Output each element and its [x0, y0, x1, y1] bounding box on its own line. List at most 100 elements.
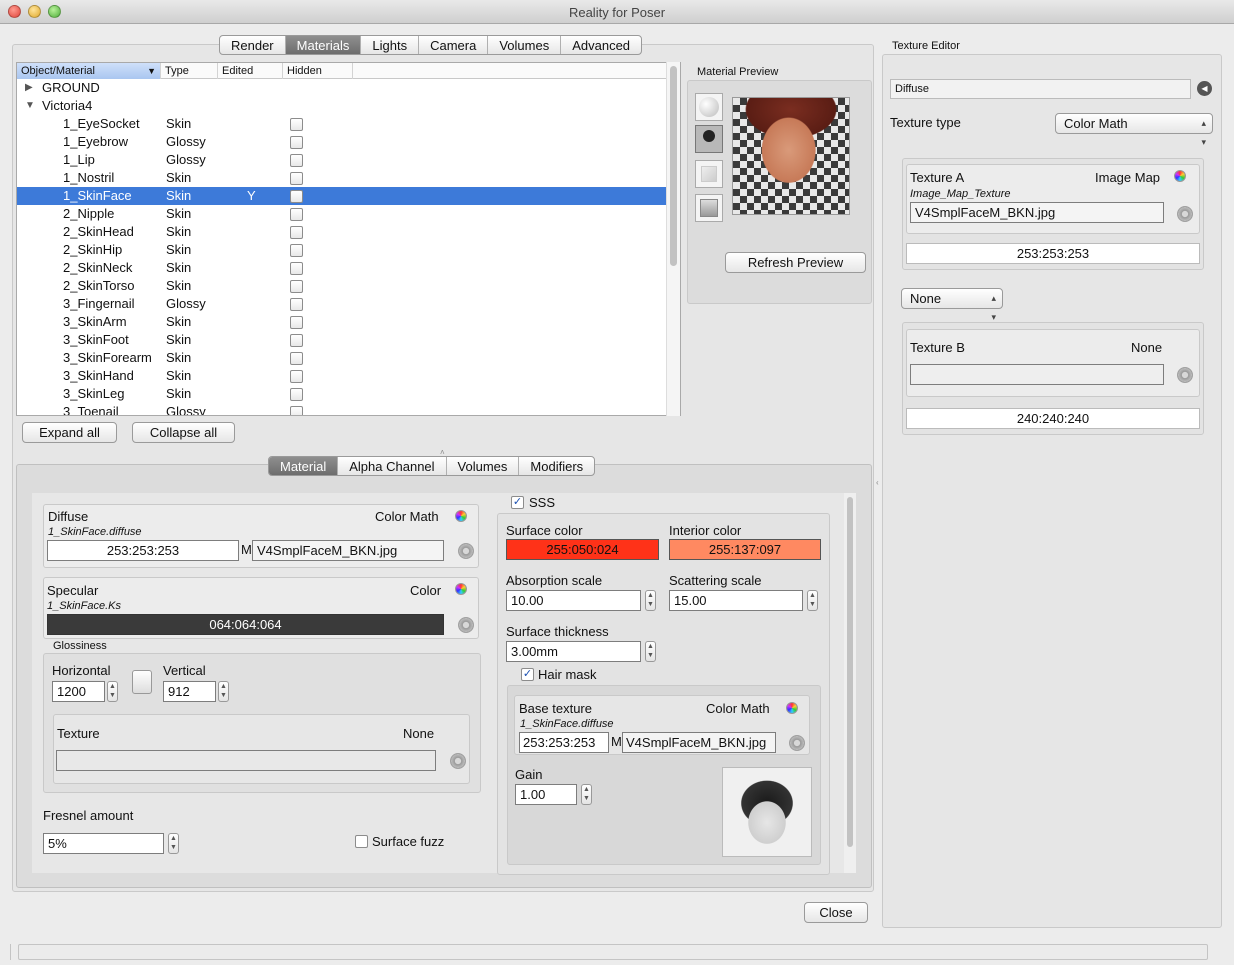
- tab-lights[interactable]: Lights: [361, 36, 420, 54]
- base-file-field[interactable]: V4SmplFaceM_BKN.jpg: [622, 732, 776, 753]
- tab-material[interactable]: Material: [269, 457, 339, 475]
- hidden-checkbox[interactable]: [290, 136, 303, 149]
- disclosure-down-icon[interactable]: ▼: [25, 97, 35, 115]
- hidden-checkbox[interactable]: [290, 172, 303, 185]
- head-shape-button[interactable]: [695, 125, 723, 153]
- table-row[interactable]: 3_SkinLeg Skin: [17, 385, 667, 403]
- horizontal-input[interactable]: 1200: [52, 681, 105, 702]
- thickness-stepper[interactable]: ▲ ▼: [645, 641, 656, 662]
- table-row[interactable]: 2_SkinHead Skin: [17, 223, 667, 241]
- fresnel-input[interactable]: 5%: [43, 833, 164, 854]
- tab-modifiers[interactable]: Modifiers: [519, 457, 594, 475]
- column-hidden[interactable]: Hidden: [283, 63, 353, 79]
- table-row[interactable]: 2_SkinNeck Skin: [17, 259, 667, 277]
- hidden-checkbox[interactable]: [290, 370, 303, 383]
- base-color-field[interactable]: 253:253:253: [519, 732, 609, 753]
- group-row-victoria4[interactable]: ▼ Victoria4: [17, 97, 667, 115]
- scattering-input[interactable]: 15.00: [669, 590, 803, 611]
- hidden-checkbox[interactable]: [290, 298, 303, 311]
- refresh-preview-button[interactable]: Refresh Preview: [725, 252, 866, 273]
- tab-render[interactable]: Render: [220, 36, 286, 54]
- specular-color-field[interactable]: 064:064:064: [47, 614, 444, 635]
- hidden-checkbox[interactable]: [290, 190, 303, 203]
- table-scrollbar[interactable]: [666, 62, 680, 416]
- column-object-material[interactable]: Object/Material ▼: [17, 63, 161, 79]
- collapse-all-button[interactable]: Collapse all: [132, 422, 235, 443]
- tab-advanced[interactable]: Advanced: [561, 36, 641, 54]
- color-wheel-icon[interactable]: [455, 510, 467, 522]
- table-row[interactable]: 2_SkinHip Skin: [17, 241, 667, 259]
- surface-color-field[interactable]: 255:050:024: [506, 539, 659, 560]
- absorption-input[interactable]: 10.00: [506, 590, 641, 611]
- gloss-texture-field[interactable]: [56, 750, 436, 771]
- hidden-checkbox[interactable]: [290, 226, 303, 239]
- table-row[interactable]: 1_Eyebrow Glossy: [17, 133, 667, 151]
- tab-volumes[interactable]: Volumes: [488, 36, 562, 54]
- texture-type-select[interactable]: Color Math ▴ ▾: [1055, 113, 1213, 147]
- texture-b-color-field[interactable]: 240:240:240: [906, 408, 1200, 429]
- sphere-shape-button[interactable]: [695, 93, 723, 121]
- tab-alpha-channel[interactable]: Alpha Channel: [338, 457, 447, 475]
- color-wheel-icon[interactable]: [1174, 170, 1186, 182]
- gear-icon[interactable]: [450, 753, 466, 769]
- horizontal-stepper[interactable]: ▲ ▼: [107, 681, 118, 702]
- material-scroll-thumb[interactable]: [847, 497, 853, 847]
- column-type[interactable]: Type: [161, 63, 218, 79]
- gear-icon[interactable]: [789, 735, 805, 751]
- hidden-checkbox[interactable]: [290, 208, 303, 221]
- thickness-input[interactable]: 3.00mm: [506, 641, 641, 662]
- plane-shape-button[interactable]: [695, 194, 723, 222]
- column-edited[interactable]: Edited: [218, 63, 283, 79]
- vertical-input[interactable]: 912: [163, 681, 216, 702]
- hidden-checkbox[interactable]: [290, 388, 303, 401]
- hair-mask-checkbox[interactable]: ✓: [521, 668, 534, 681]
- gear-icon[interactable]: [458, 617, 474, 633]
- gain-input[interactable]: 1.00: [515, 784, 577, 805]
- disclosure-right-icon[interactable]: ▶: [25, 79, 33, 97]
- table-row[interactable]: 2_SkinTorso Skin: [17, 277, 667, 295]
- close-button[interactable]: Close: [804, 902, 868, 923]
- color-wheel-icon[interactable]: [455, 583, 467, 595]
- table-row[interactable]: 1_Nostril Skin: [17, 169, 667, 187]
- hidden-checkbox[interactable]: [290, 352, 303, 365]
- texture-b-file-field[interactable]: [910, 364, 1164, 385]
- hidden-checkbox[interactable]: [290, 244, 303, 257]
- table-row[interactable]: 3_SkinArm Skin: [17, 313, 667, 331]
- texture-a-file-field[interactable]: V4SmplFaceM_BKN.jpg: [910, 202, 1164, 223]
- link-toggle-button[interactable]: [132, 670, 152, 694]
- gear-icon[interactable]: [1177, 367, 1193, 383]
- texture-a-color-field[interactable]: 253:253:253: [906, 243, 1200, 264]
- vertical-stepper[interactable]: ▲ ▼: [218, 681, 229, 702]
- material-scrollbar[interactable]: [844, 493, 856, 873]
- gear-icon[interactable]: [1177, 206, 1193, 222]
- panel-divider-handle[interactable]: ‹: [876, 478, 879, 487]
- hidden-checkbox[interactable]: [290, 118, 303, 131]
- scattering-stepper[interactable]: ▲ ▼: [807, 590, 818, 611]
- color-wheel-icon[interactable]: [786, 702, 798, 714]
- tab-volumes-sub[interactable]: Volumes: [447, 457, 520, 475]
- table-row[interactable]: 1_Lip Glossy: [17, 151, 667, 169]
- diffuse-color-field[interactable]: 253:253:253: [47, 540, 239, 561]
- scroll-thumb[interactable]: [670, 66, 677, 266]
- hidden-checkbox[interactable]: [290, 280, 303, 293]
- hidden-checkbox[interactable]: [290, 406, 303, 415]
- cube-shape-button[interactable]: [695, 160, 723, 188]
- interior-color-field[interactable]: 255:137:097: [669, 539, 821, 560]
- group-row-ground[interactable]: ▶ GROUND: [17, 79, 667, 97]
- sss-checkbox[interactable]: ✓: [511, 496, 524, 509]
- gear-icon[interactable]: [458, 543, 474, 559]
- table-row[interactable]: 3_SkinForearm Skin: [17, 349, 667, 367]
- expand-all-button[interactable]: Expand all: [22, 422, 117, 443]
- surface-fuzz-checkbox[interactable]: [355, 835, 368, 848]
- tab-camera[interactable]: Camera: [419, 36, 489, 54]
- fresnel-stepper[interactable]: ▲ ▼: [168, 833, 179, 854]
- table-row[interactable]: 3_Toenail Glossy: [17, 403, 667, 415]
- table-row[interactable]: 2_Nipple Skin: [17, 205, 667, 223]
- operation-select[interactable]: None ▴ ▾: [901, 288, 1003, 322]
- hidden-checkbox[interactable]: [290, 262, 303, 275]
- table-row[interactable]: 3_Fingernail Glossy: [17, 295, 667, 313]
- table-row[interactable]: 1_SkinFace Skin Y: [17, 187, 667, 205]
- table-row[interactable]: 3_SkinHand Skin: [17, 367, 667, 385]
- absorption-stepper[interactable]: ▲ ▼: [645, 590, 656, 611]
- table-row[interactable]: 1_EyeSocket Skin: [17, 115, 667, 133]
